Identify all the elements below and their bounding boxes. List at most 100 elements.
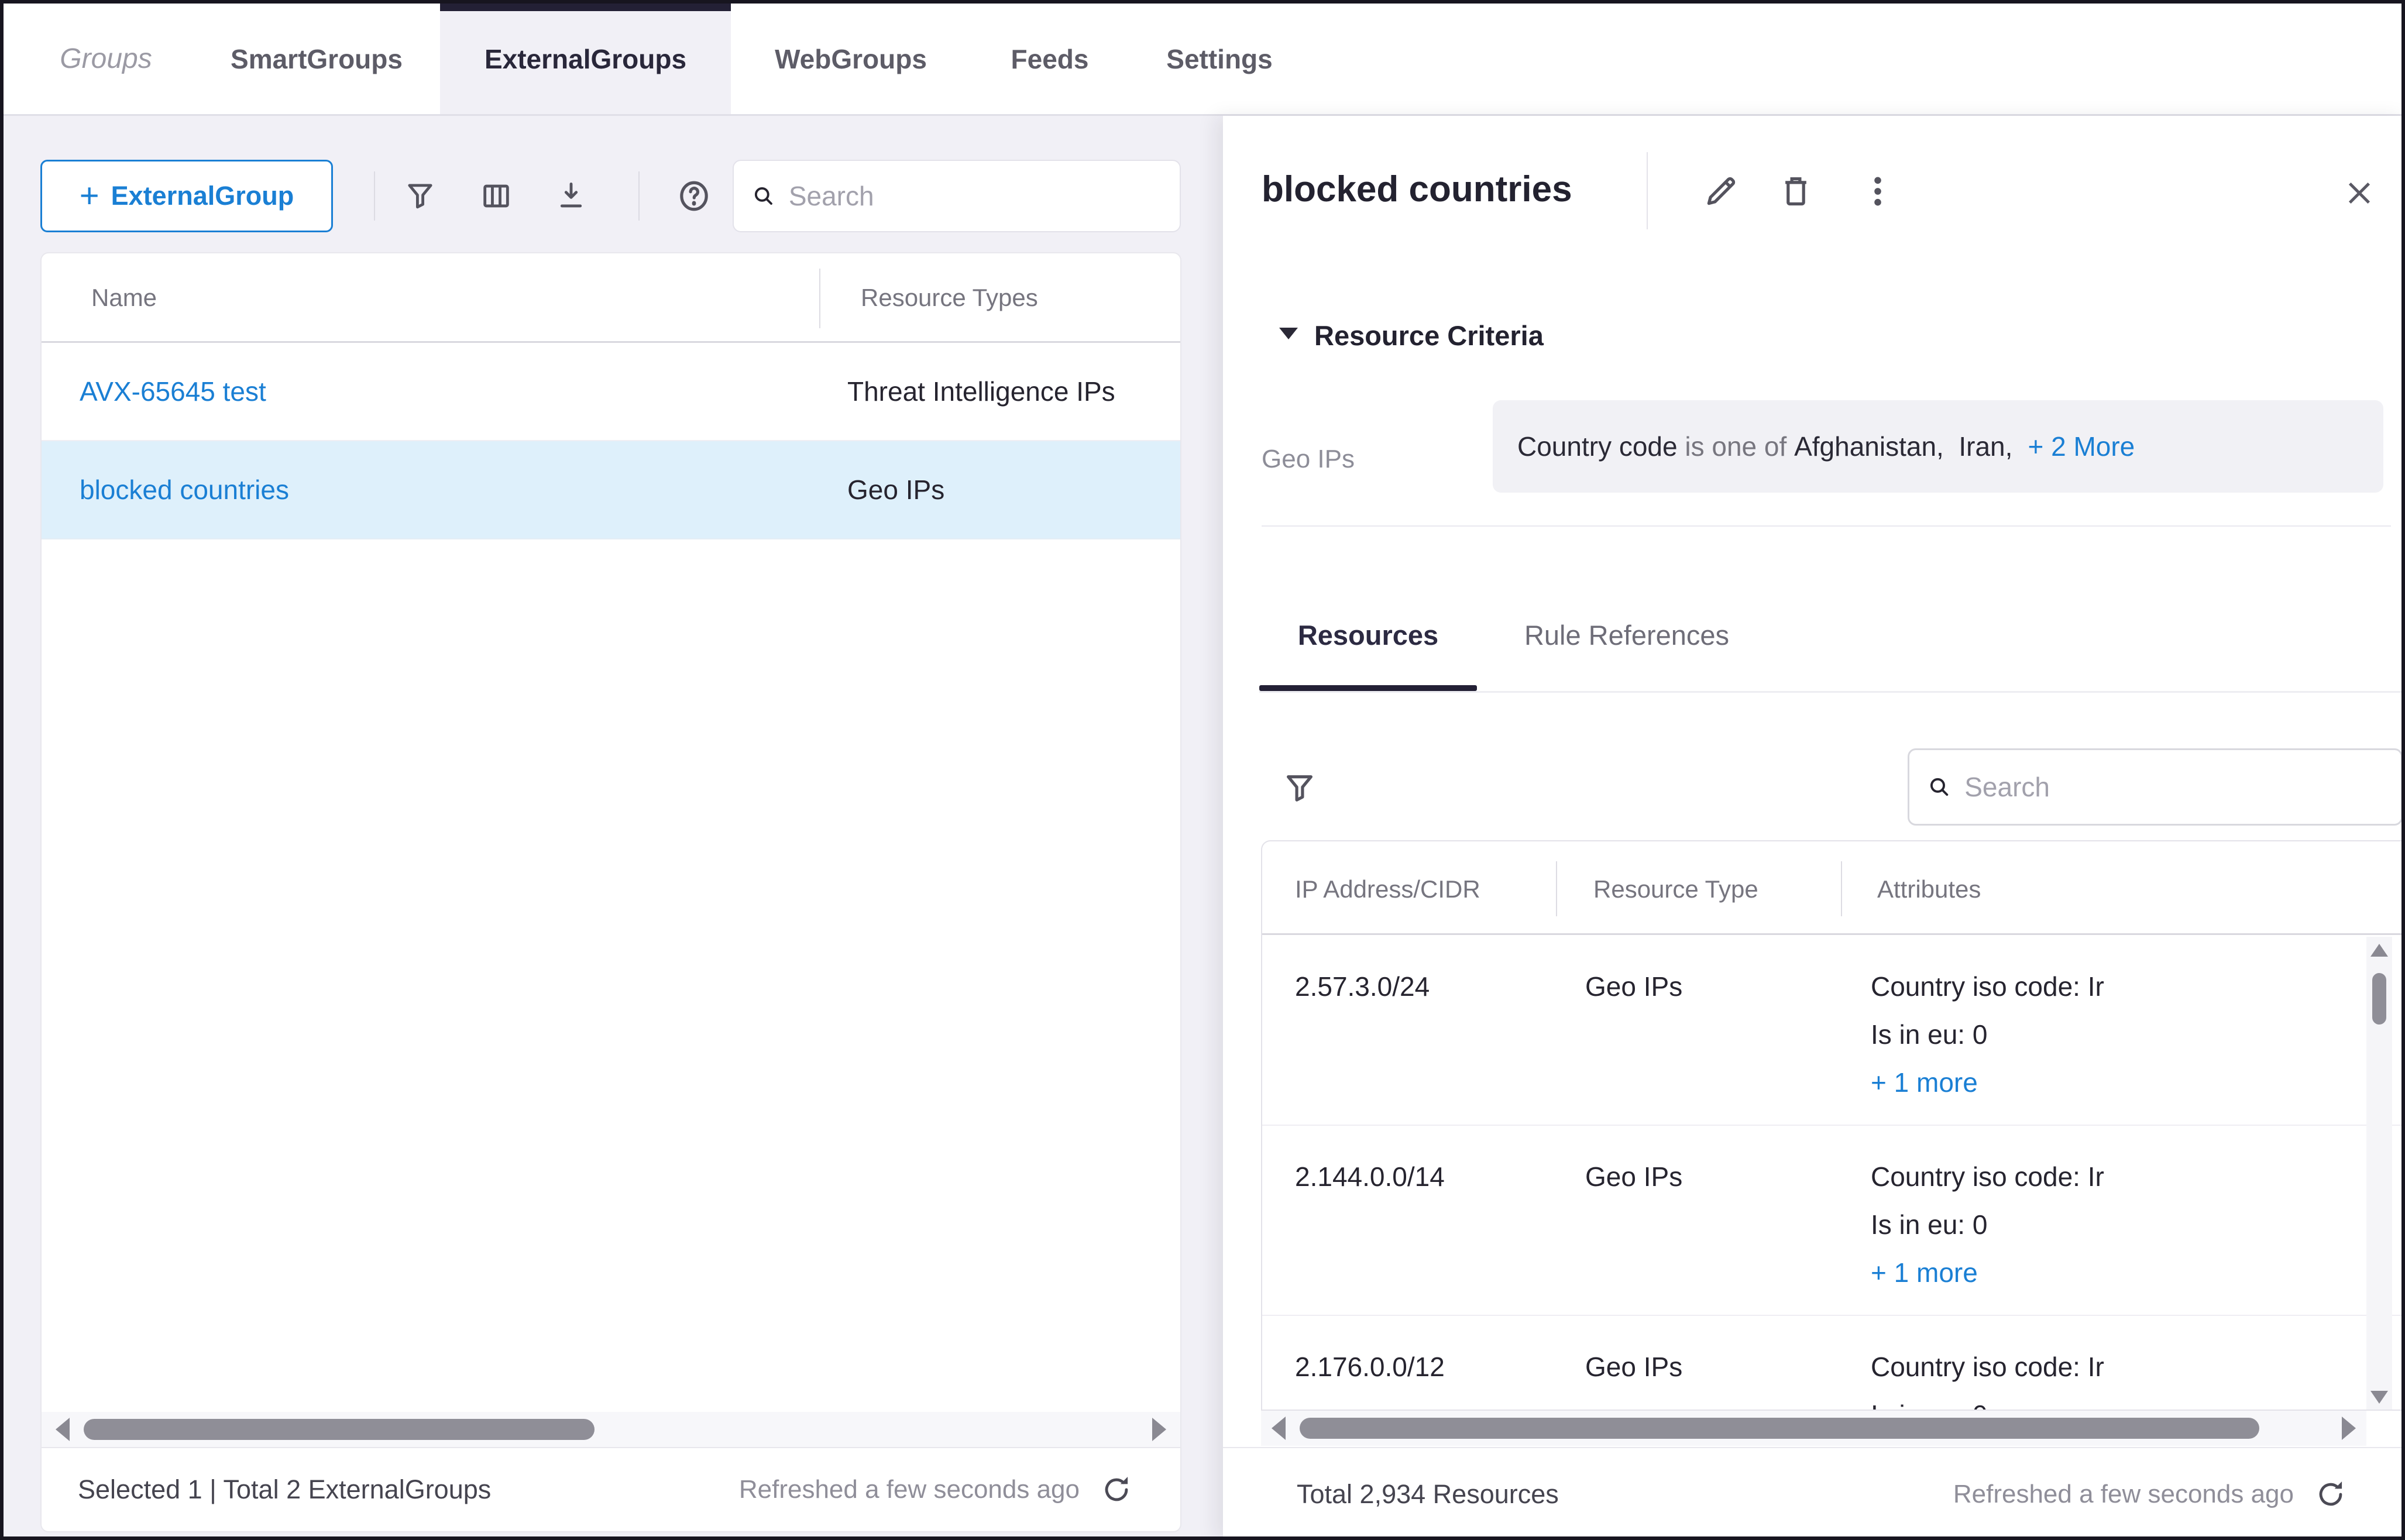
attr-more-link[interactable]: + 1 more	[1871, 1257, 1978, 1288]
resource-row[interactable]: 2.176.0.0/12 Geo IPs Country iso code: I…	[1262, 1317, 2405, 1411]
criteria-row-label: Geo IPs	[1262, 445, 1355, 474]
app-window: Groups SmartGroups ExternalGroups WebGro…	[0, 0, 2405, 1540]
help-icon[interactable]	[676, 178, 712, 214]
resource-attr: Is in eu: 0	[1871, 1399, 1987, 1411]
tab-rule-references[interactable]: Rule References	[1516, 584, 1738, 686]
externalgroups-table-header: Name Resource Types	[42, 253, 1180, 343]
resources-filter-icon[interactable]	[1281, 770, 1318, 806]
column-header-attributes[interactable]: Attributes	[1877, 875, 1981, 903]
resources-vertical-scrollbar[interactable]	[2366, 937, 2392, 1411]
columns-icon[interactable]	[479, 179, 513, 213]
scroll-up-arrow-icon[interactable]	[2370, 944, 2388, 957]
detail-title: blocked countries	[1262, 169, 1572, 210]
externalgroup-row-selected[interactable]: blocked countries Geo IPs	[42, 441, 1180, 539]
filter-icon[interactable]	[403, 179, 437, 213]
criteria-values-text: Afghanistan, Iran,	[1794, 431, 2012, 462]
resource-row[interactable]: 2.144.0.0/14 Geo IPs Country iso code: I…	[1262, 1127, 2405, 1316]
resource-ip: 2.176.0.0/12	[1295, 1351, 1445, 1383]
more-actions-icon[interactable]	[1858, 172, 1897, 211]
tab-smartgroups[interactable]: SmartGroups	[220, 4, 413, 114]
scroll-right-arrow-icon[interactable]	[2342, 1417, 2356, 1440]
refreshed-label: Refreshed a few seconds ago	[739, 1475, 1080, 1504]
top-tabbar: Groups SmartGroups ExternalGroups WebGro…	[4, 4, 2401, 116]
resource-criteria-heading[interactable]: Resource Criteria	[1314, 319, 1544, 352]
add-externalgroup-label: ExternalGroup	[111, 181, 294, 211]
active-tab-underline	[1259, 685, 1477, 691]
criteria-more-link[interactable]: + 2 More	[2028, 431, 2135, 462]
tabs-divider	[1259, 691, 2405, 693]
column-divider[interactable]	[1841, 861, 1842, 916]
edit-icon[interactable]	[1702, 172, 1740, 211]
left-search-input[interactable]	[789, 180, 1162, 212]
resource-attr: Country iso code: Ir	[1871, 971, 2104, 1002]
column-header-ip[interactable]: IP Address/CIDR	[1295, 875, 1480, 903]
tab-externalgroups[interactable]: ExternalGroups	[440, 4, 731, 114]
tab-feeds-label: Feeds	[1011, 43, 1089, 75]
delete-icon[interactable]	[1777, 172, 1815, 211]
refresh-icon[interactable]	[1100, 1473, 1133, 1507]
resource-type: Geo IPs	[1585, 1351, 1682, 1383]
tab-webgroups-label: WebGroups	[775, 43, 927, 75]
tab-resources[interactable]: Resources	[1259, 584, 1477, 686]
resources-table-card: IP Address/CIDR Resource Type Attributes…	[1261, 840, 2405, 1411]
toolbar-divider-2	[638, 171, 640, 221]
resource-type: Geo IPs	[1585, 971, 1682, 1002]
column-divider[interactable]	[819, 269, 820, 328]
tab-smartgroups-label: SmartGroups	[231, 43, 403, 75]
externalgroup-row[interactable]: AVX-65645 test Threat Intelligence IPs	[42, 343, 1180, 441]
resource-attr: Country iso code: Ir	[1871, 1161, 2104, 1192]
detail-drawer: blocked countries Resource Criteria Geo …	[1223, 116, 2405, 1540]
column-header-type[interactable]: Resource Type	[1593, 875, 1758, 903]
download-icon[interactable]	[554, 179, 588, 213]
selection-summary: Selected 1 | Total 2 ExternalGroups	[78, 1474, 491, 1505]
resource-ip: 2.57.3.0/24	[1295, 971, 1430, 1002]
collapse-caret-icon[interactable]	[1279, 328, 1298, 339]
tab-groups-label: Groups	[60, 43, 152, 75]
close-icon[interactable]	[2342, 176, 2377, 211]
scroll-left-arrow-icon[interactable]	[56, 1418, 70, 1441]
column-divider[interactable]	[1556, 861, 1557, 916]
externalgroup-name-link[interactable]: blocked countries	[80, 474, 289, 506]
tab-settings[interactable]: Settings	[1158, 4, 1281, 114]
section-divider	[1262, 525, 2391, 527]
left-horizontal-scrollbar[interactable]	[42, 1412, 1180, 1447]
attr-more-link[interactable]: + 1 more	[1871, 1067, 1978, 1098]
resources-search-input[interactable]	[1964, 771, 2383, 803]
tab-resources-label: Resources	[1298, 619, 1438, 651]
resources-search[interactable]	[1908, 748, 2403, 826]
left-search[interactable]	[733, 160, 1181, 232]
tab-settings-label: Settings	[1166, 43, 1272, 75]
resources-status-bar: Total 2,934 Resources Refreshed a few se…	[1223, 1447, 2405, 1540]
criteria-values	[1786, 431, 1794, 462]
right-hscroll-thumb[interactable]	[1300, 1418, 2259, 1439]
header-divider	[1647, 152, 1648, 229]
tab-externalgroups-label: ExternalGroups	[485, 43, 686, 75]
externalgroup-name-link[interactable]: AVX-65645 test	[80, 376, 266, 407]
criteria-field: Country code	[1517, 431, 1678, 462]
tab-rule-references-label: Rule References	[1524, 619, 1729, 651]
refresh-icon[interactable]	[2314, 1477, 2348, 1511]
add-externalgroup-button[interactable]: + ExternalGroup	[40, 160, 333, 232]
tab-feeds[interactable]: Feeds	[1006, 4, 1094, 114]
vscroll-thumb[interactable]	[2372, 973, 2386, 1025]
resources-table-header: IP Address/CIDR Resource Type Attributes	[1262, 841, 2405, 935]
column-header-resource-types[interactable]: Resource Types	[861, 284, 1038, 312]
resource-row[interactable]: 2.57.3.0/24 Geo IPs Country iso code: Ir…	[1262, 937, 2405, 1126]
scroll-down-arrow-icon[interactable]	[2370, 1391, 2388, 1404]
left-hscroll-thumb[interactable]	[84, 1419, 595, 1440]
criteria-operator	[1678, 431, 1685, 462]
column-header-name[interactable]: Name	[91, 284, 157, 312]
externalgroup-resource-types: Threat Intelligence IPs	[847, 376, 1115, 407]
criteria-operator-text: is one of	[1685, 431, 1786, 462]
resources-horizontal-scrollbar[interactable]	[1261, 1411, 2366, 1446]
left-status-bar: Selected 1 | Total 2 ExternalGroups Refr…	[42, 1447, 1180, 1531]
resources-total: Total 2,934 Resources	[1297, 1479, 1559, 1510]
resource-attr: Is in eu: 0	[1871, 1019, 1987, 1050]
search-icon	[1927, 774, 1952, 800]
resource-attr: Country iso code: Ir	[1871, 1351, 2104, 1383]
tab-webgroups[interactable]: WebGroups	[766, 4, 936, 114]
scroll-right-arrow-icon[interactable]	[1152, 1418, 1166, 1441]
scroll-left-arrow-icon[interactable]	[1272, 1417, 1286, 1440]
toolbar-divider	[374, 171, 375, 221]
tab-groups: Groups	[50, 4, 162, 114]
